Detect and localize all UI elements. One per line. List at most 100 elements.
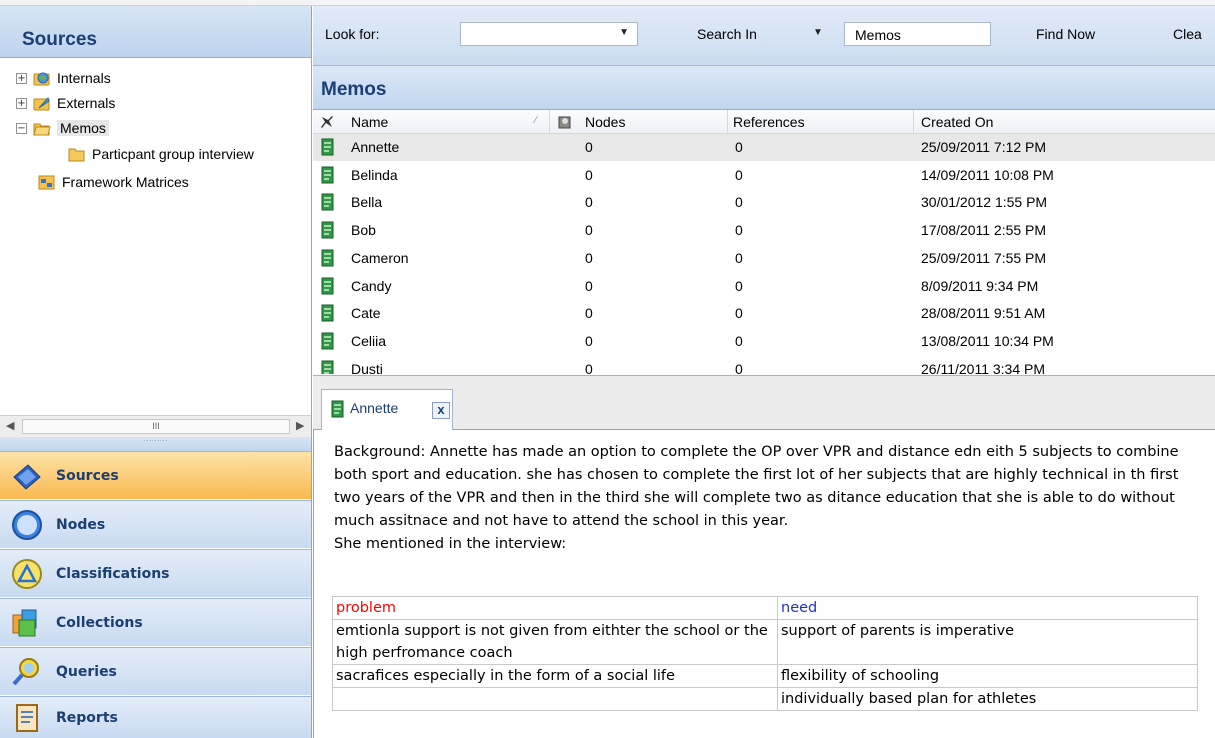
table-row[interactable]: Annette 0 0 25/09/2011 7:12 PM	[313, 134, 1215, 161]
table-row[interactable]: Cameron 0 0 25/09/2011 7:55 PM	[313, 245, 1215, 272]
nav-label: Nodes	[56, 516, 106, 533]
nav-reports-button[interactable]: Reports	[0, 696, 311, 738]
memo-nodes: 0	[585, 249, 593, 266]
framework-matrices-icon	[38, 175, 55, 190]
linked-memo-icon[interactable]	[557, 114, 573, 130]
table-cell	[332, 687, 778, 711]
memo-icon	[321, 332, 334, 350]
scroll-right-icon[interactable]: ▶	[296, 419, 304, 432]
look-for-label: Look for:	[325, 26, 380, 42]
memo-references: 0	[735, 332, 743, 349]
memo-nodes: 0	[585, 332, 593, 349]
column-header-name[interactable]: Name	[351, 114, 388, 130]
clear-button[interactable]: Clea	[1173, 26, 1202, 42]
sort-icon: ⁄	[535, 115, 537, 126]
document-text[interactable]: Background: Annette has made an option t…	[334, 441, 1204, 556]
dropdown-arrow-icon[interactable]: ▼	[619, 27, 629, 38]
memo-references: 0	[735, 249, 743, 266]
table-row[interactable]: Bella 0 0 30/01/2012 1:55 PM	[313, 189, 1215, 216]
tree-item-externals[interactable]: + Externals	[16, 92, 115, 114]
problem-header: problem	[332, 596, 778, 620]
memo-icon	[321, 166, 334, 184]
nav-label: Sources	[56, 467, 119, 484]
close-icon[interactable]: x	[432, 402, 450, 419]
pin-icon[interactable]	[319, 114, 335, 130]
collapse-icon[interactable]: −	[16, 122, 27, 134]
memo-nodes: 0	[585, 166, 593, 183]
background-paragraph: Background: Annette has made an option t…	[334, 444, 1179, 529]
nav-collections-button[interactable]: Collections	[0, 598, 311, 646]
expand-icon[interactable]: +	[16, 97, 27, 109]
memo-icon	[321, 193, 334, 211]
internals-folder-icon	[33, 72, 50, 86]
search-in-dropdown-icon[interactable]: ▼	[813, 27, 823, 38]
classifications-icon	[12, 558, 42, 589]
nav-nodes-button[interactable]: Nodes	[0, 500, 311, 548]
memo-icon	[321, 277, 334, 294]
table-cell: flexibility of schooling	[777, 664, 1198, 688]
memo-created-on: 14/09/2011 10:08 PM	[921, 166, 1054, 183]
tree-item-memos[interactable]: − Memos	[16, 117, 109, 139]
find-now-button[interactable]: Find Now	[1036, 26, 1095, 42]
memos-folder-icon	[33, 123, 51, 136]
memos-list: Name ⁄ Nodes References Created On Annet…	[313, 110, 1215, 374]
table-row: individually based plan for athletes	[332, 687, 1198, 711]
memo-nodes: 0	[585, 194, 593, 211]
sources-pane-title: Sources	[22, 29, 97, 50]
nav-sources-button[interactable]: Sources	[0, 451, 311, 499]
problem-need-table[interactable]: problem need emtionla support is not giv…	[332, 596, 1198, 711]
document-tab-bar: Annette x	[313, 375, 1215, 431]
memo-nodes: 0	[585, 139, 593, 155]
scroll-left-icon[interactable]: ◀	[6, 419, 14, 432]
memo-name: Cate	[351, 305, 381, 322]
memo-created-on: 26/11/2011 3:34 PM	[921, 360, 1046, 374]
memo-name: Dusti	[351, 360, 383, 374]
column-header-created-on[interactable]: Created On	[921, 114, 993, 130]
expand-icon[interactable]: +	[16, 72, 27, 84]
scroll-thumb[interactable]: III	[22, 419, 290, 434]
table-row[interactable]: Belinda 0 0 14/09/2011 10:08 PM	[313, 162, 1215, 189]
pane-splitter[interactable]: ·········	[0, 437, 311, 451]
memo-nodes: 0	[585, 222, 593, 239]
search-in-button[interactable]: Search In	[697, 26, 757, 42]
tree-item-participant-group-interview[interactable]: Particpant group interview	[68, 143, 254, 165]
table-row[interactable]: Celiia 0 0 13/08/2011 10:34 PM	[313, 328, 1215, 355]
table-row[interactable]: Cate 0 0 28/08/2011 9:51 AM	[313, 300, 1215, 327]
look-for-combobox[interactable]: ▼	[460, 22, 638, 46]
memo-created-on: 13/08/2011 10:34 PM	[921, 332, 1054, 349]
column-header-references[interactable]: References	[733, 114, 805, 130]
tree-label: Memos	[57, 120, 109, 136]
tree-item-internals[interactable]: + Internals	[16, 67, 111, 89]
column-header-nodes[interactable]: Nodes	[585, 114, 625, 130]
sources-icon	[13, 463, 41, 490]
memo-nodes: 0	[585, 277, 593, 294]
memos-list-title: Memos	[321, 79, 387, 100]
table-row[interactable]: Dusti 0 0 26/11/2011 3:34 PM	[313, 356, 1215, 374]
memo-references: 0	[735, 360, 743, 374]
tree-horizontal-scrollbar[interactable]: ◀ III ▶	[0, 415, 311, 437]
column-separator	[549, 110, 550, 134]
table-row[interactable]: Bob 0 0 17/08/2011 2:55 PM	[313, 217, 1215, 244]
memo-icon	[321, 360, 334, 374]
nav-label: Reports	[56, 709, 118, 726]
list-column-headers: Name ⁄ Nodes References Created On	[313, 110, 1215, 134]
memo-created-on: 8/09/2011 9:34 PM	[921, 277, 1039, 294]
find-toolbar: Look for: ▼ Search In ▼ Memos Find Now C…	[313, 6, 1215, 66]
tree-item-framework-matrices[interactable]: Framework Matrices	[38, 171, 189, 193]
memo-references: 0	[735, 222, 743, 239]
memo-references: 0	[735, 139, 743, 155]
need-header: need	[777, 596, 1198, 620]
memo-icon	[321, 304, 334, 322]
memo-icon	[331, 400, 344, 418]
document-tab-annette[interactable]: Annette x	[321, 389, 453, 431]
table-row[interactable]: Candy 0 0 8/09/2011 9:34 PM	[313, 273, 1215, 300]
document-view[interactable]: Background: Annette has made an option t…	[313, 430, 1215, 738]
nav-queries-button[interactable]: Queries	[0, 647, 311, 695]
memo-name: Bella	[351, 194, 383, 211]
nav-classifications-button[interactable]: Classifications	[0, 549, 311, 597]
search-in-field[interactable]: Memos	[844, 22, 991, 46]
memo-name: Cameron	[351, 249, 409, 266]
table-cell: emtionla support is not given from eitht…	[332, 619, 778, 665]
memo-icon	[321, 221, 334, 239]
column-separator	[727, 110, 728, 134]
